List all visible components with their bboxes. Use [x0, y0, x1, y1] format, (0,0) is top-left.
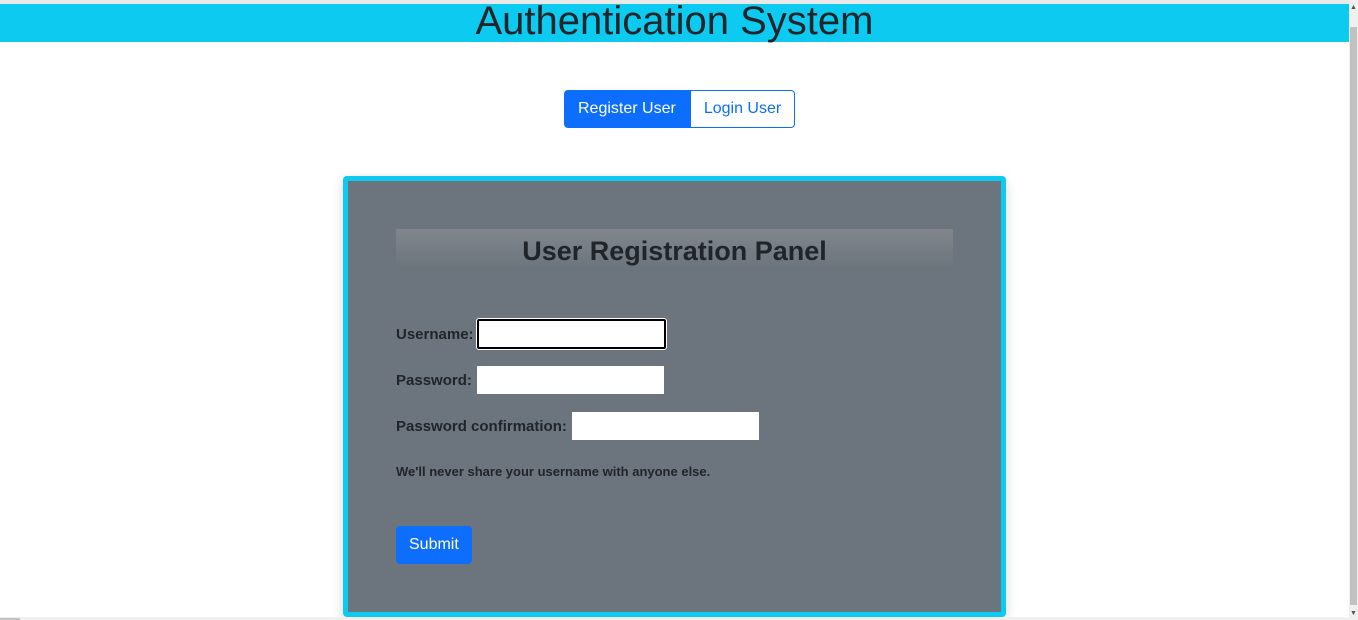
panel-title: User Registration Panel: [396, 229, 953, 268]
scrollbar-thumb[interactable]: [1350, 27, 1357, 605]
registration-panel: User Registration Panel Username: Passwo…: [343, 176, 1006, 617]
vertical-scrollbar[interactable]: ▲ ▼: [1349, 0, 1358, 620]
username-label: Username:: [396, 325, 474, 343]
auth-nav: Register User Login User: [564, 90, 796, 128]
password-label: Password:: [396, 371, 472, 389]
password-confirmation-label: Password confirmation:: [396, 417, 567, 435]
register-user-button[interactable]: Register User: [564, 90, 690, 128]
password-confirmation-input[interactable]: [571, 412, 759, 440]
scroll-up-arrow-icon[interactable]: ▲: [1350, 4, 1357, 12]
page-title: Authentication System: [475, 0, 874, 43]
password-row: Password:: [396, 366, 664, 394]
privacy-note: We'll never share your username with any…: [396, 464, 711, 479]
password-input[interactable]: [476, 366, 664, 394]
username-row: Username:: [396, 318, 667, 350]
username-input[interactable]: [475, 318, 667, 350]
login-user-button[interactable]: Login User: [689, 90, 796, 128]
password-confirmation-row: Password confirmation:: [396, 412, 759, 440]
page-header: Authentication System: [0, 0, 1349, 43]
submit-button[interactable]: Submit: [396, 526, 472, 564]
scroll-down-arrow-icon[interactable]: ▼: [1350, 610, 1357, 618]
